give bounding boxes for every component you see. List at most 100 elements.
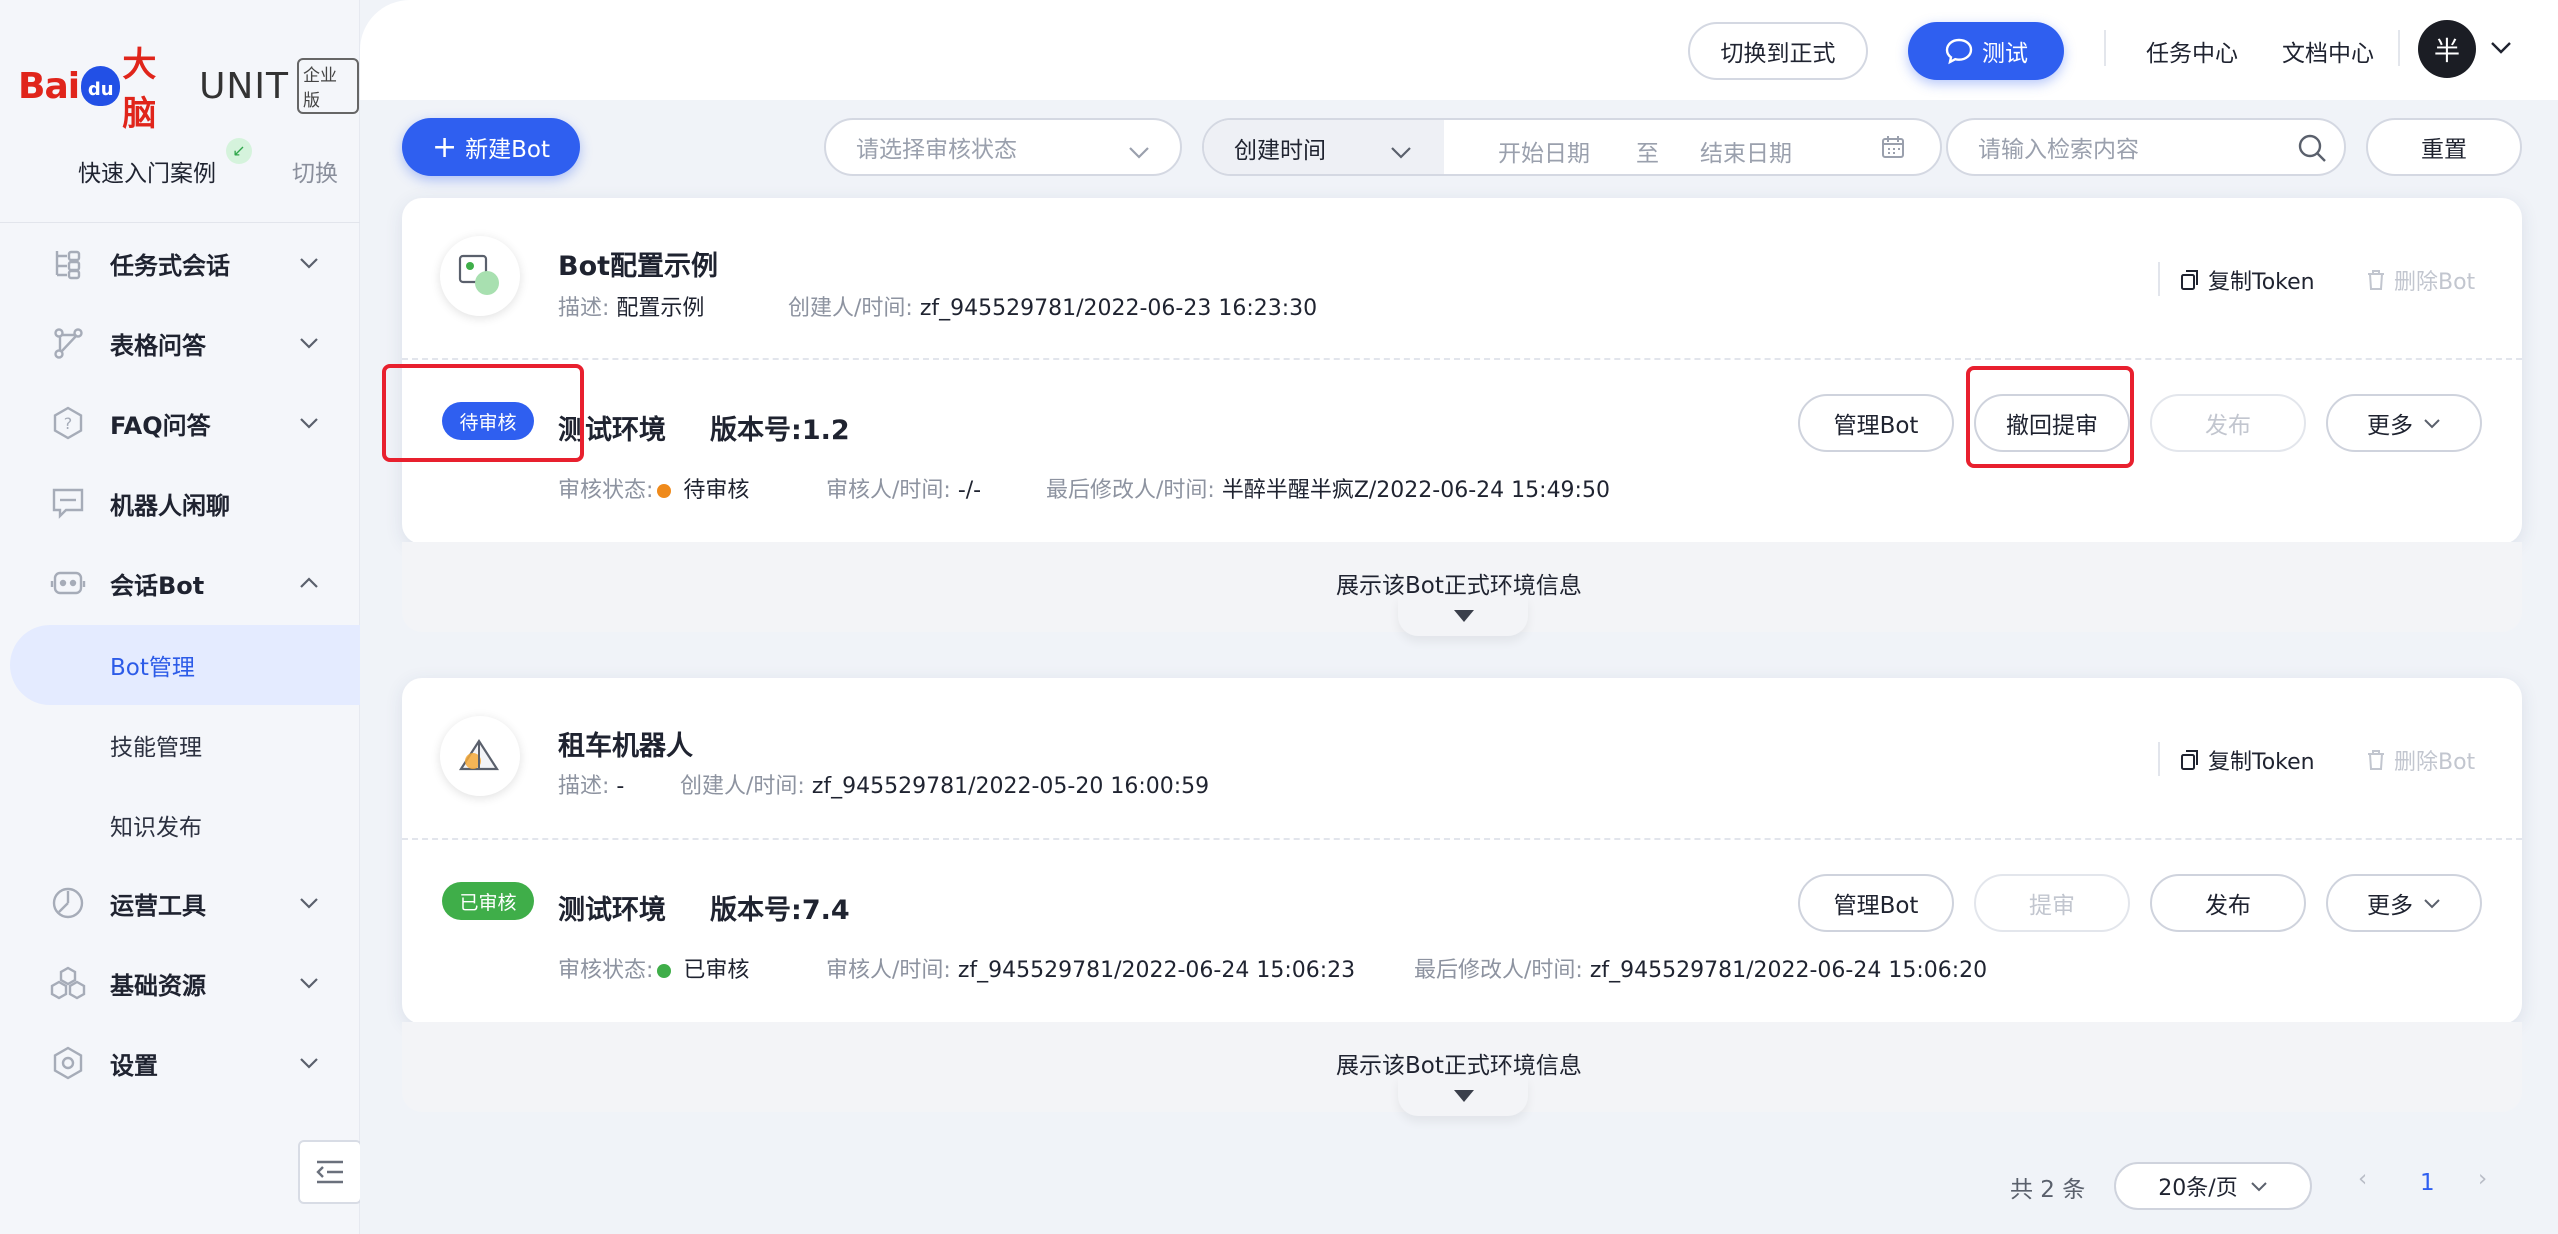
expand-triangle-icon bbox=[1454, 1090, 1474, 1102]
doc-center-link[interactable]: 文档中心 bbox=[2282, 34, 2374, 68]
calendar-icon[interactable] bbox=[1880, 134, 1906, 164]
bot-name[interactable]: Bot配置示例 bbox=[558, 244, 718, 283]
more-button[interactable]: 更多 bbox=[2326, 394, 2482, 452]
subitem-label: 知识发布 bbox=[110, 815, 202, 841]
reviewer-label: 审核人/时间: bbox=[826, 958, 951, 983]
sidebar-item-label: 基础资源 bbox=[110, 971, 206, 1000]
reset-button[interactable]: 重置 bbox=[2366, 118, 2522, 176]
sidebar-item-chitchat[interactable]: 机器人闲聊 bbox=[0, 468, 360, 538]
publish-button[interactable]: 发布 bbox=[2150, 394, 2306, 452]
reviewer-label: 审核人/时间: bbox=[826, 478, 951, 503]
sidebar-item-faq[interactable]: ? FAQ问答 bbox=[0, 388, 360, 458]
sidebar-item-conversation-bot[interactable]: 会话Bot bbox=[0, 548, 360, 618]
modifier-label: 最后修改人/时间: bbox=[1414, 958, 1583, 983]
search-input[interactable]: 请输入检索内容 bbox=[1946, 118, 2346, 176]
delete-bot-button[interactable]: 删除Bot bbox=[2366, 264, 2475, 296]
expand-triangle-icon bbox=[1454, 610, 1474, 622]
next-page-icon[interactable]: › bbox=[2478, 1166, 2487, 1192]
more-button[interactable]: 更多 bbox=[2326, 874, 2482, 932]
test-button[interactable]: 测试 bbox=[1908, 22, 2064, 80]
svg-text:?: ? bbox=[64, 414, 73, 433]
page-size-select[interactable]: 20条/页 bbox=[2114, 1162, 2312, 1210]
version-label: 版本号: bbox=[710, 415, 802, 446]
avatar[interactable]: 半 bbox=[2418, 20, 2476, 78]
card-divider bbox=[402, 838, 2522, 840]
shrink-arrow-icon: ↙ bbox=[226, 138, 252, 164]
chevron-down-icon bbox=[1390, 140, 1412, 166]
reviewer-value: zf_945529781/2022-06-24 15:06:23 bbox=[957, 958, 1356, 983]
more-label: 更多 bbox=[2367, 413, 2413, 439]
chevron-down-icon bbox=[2250, 1181, 2267, 1191]
action-divider bbox=[2158, 742, 2160, 776]
edition-badge: 企业版 bbox=[296, 58, 359, 114]
end-date-input[interactable]: 结束日期 bbox=[1700, 134, 1792, 168]
new-bot-button[interactable]: + 新建Bot bbox=[402, 118, 580, 176]
delete-bot-button[interactable]: 删除Bot bbox=[2366, 744, 2475, 776]
review-status-label: 审核状态: bbox=[558, 958, 654, 983]
chat-bubble-icon bbox=[1945, 38, 1973, 65]
card-divider bbox=[402, 358, 2522, 360]
start-date-input[interactable]: 开始日期 bbox=[1498, 134, 1590, 168]
chevron-down-icon[interactable] bbox=[2490, 40, 2512, 59]
faq-icon: ? bbox=[48, 403, 88, 443]
copy-token-button[interactable]: 复制Token bbox=[2180, 264, 2315, 296]
sidebar-item-base-resource[interactable]: 基础资源 bbox=[0, 948, 360, 1018]
search-icon[interactable] bbox=[2296, 132, 2328, 170]
test-button-label: 测试 bbox=[1982, 41, 2028, 67]
bot-config-icon bbox=[458, 254, 499, 295]
quick-start-link[interactable]: 快速入门案例 bbox=[78, 154, 216, 188]
plus-icon: + bbox=[431, 129, 458, 165]
creator-value: zf_945529781/2022-05-20 16:00:59 bbox=[811, 774, 1210, 799]
sidebar-subitem-knowledge-publish[interactable]: 知识发布 bbox=[10, 785, 360, 865]
submit-review-button[interactable]: 提审 bbox=[1974, 874, 2130, 932]
reviewer-value: -/- bbox=[957, 478, 982, 503]
env-title: 测试环境 bbox=[558, 895, 666, 926]
review-status-placeholder: 请选择审核状态 bbox=[856, 137, 1017, 163]
car-rental-icon bbox=[458, 738, 500, 771]
table-qa-icon bbox=[48, 323, 88, 363]
more-label: 更多 bbox=[2367, 893, 2413, 919]
manage-bot-button[interactable]: 管理Bot bbox=[1798, 394, 1954, 452]
task-center-link[interactable]: 任务中心 bbox=[2146, 34, 2238, 68]
copy-icon bbox=[2181, 270, 2198, 290]
last-modifier: 最后修改人/时间: zf_945529781/2022-06-24 15:06:… bbox=[1414, 952, 1987, 984]
sidebar-item-task-dialog[interactable]: 任务式会话 bbox=[0, 228, 360, 298]
bot-name[interactable]: 租车机器人 bbox=[558, 724, 693, 763]
sidebar-subitem-skill-manage[interactable]: 技能管理 bbox=[10, 705, 360, 785]
new-bot-label: 新建Bot bbox=[465, 137, 550, 163]
review-status-select[interactable]: 请选择审核状态 bbox=[824, 118, 1182, 176]
switch-to-prod-button[interactable]: 切换到正式 bbox=[1688, 22, 1868, 80]
sort-field-select[interactable]: 创建时间 bbox=[1204, 120, 1444, 174]
baidu-unit-logo[interactable]: Bai du 大脑 UNIT 企业版 bbox=[18, 45, 359, 134]
copy-token-label: 复制Token bbox=[2208, 270, 2315, 295]
date-separator: 至 bbox=[1636, 141, 1659, 167]
sidebar-item-table-qa[interactable]: 表格问答 bbox=[0, 308, 360, 378]
logo-text-unit: UNIT bbox=[199, 65, 289, 107]
trash-icon bbox=[2368, 270, 2384, 290]
prev-page-icon[interactable]: ‹ bbox=[2358, 1166, 2367, 1192]
collapse-sidebar-button[interactable] bbox=[298, 1140, 362, 1204]
task-dialog-icon bbox=[48, 243, 88, 283]
robot-icon bbox=[48, 563, 88, 603]
version: 版本号:1.2 bbox=[710, 408, 850, 447]
action-divider bbox=[2158, 262, 2160, 296]
chevron-up-icon bbox=[296, 570, 322, 596]
desc-label: 描述: bbox=[558, 296, 610, 321]
sidebar-item-settings[interactable]: 设置 bbox=[0, 1028, 360, 1098]
sidebar-item-label: 任务式会话 bbox=[110, 251, 230, 280]
sidebar-subitem-bot-manage[interactable]: Bot管理 bbox=[10, 625, 360, 705]
show-prod-info-link[interactable]: 展示该Bot正式环境信息 bbox=[1336, 566, 1582, 600]
show-prod-info-link[interactable]: 展示该Bot正式环境信息 bbox=[1336, 1046, 1582, 1080]
status-badge-approved: 已审核 bbox=[442, 882, 534, 920]
page-number[interactable]: 1 bbox=[2420, 1170, 2435, 1196]
copy-token-button[interactable]: 复制Token bbox=[2180, 744, 2315, 776]
delete-bot-label: 删除Bot bbox=[2394, 270, 2476, 295]
sidebar-item-ops-tools[interactable]: 运营工具 bbox=[0, 868, 360, 938]
review-status: 审核状态: 已审核 bbox=[558, 952, 749, 984]
manage-bot-button[interactable]: 管理Bot bbox=[1798, 874, 1954, 932]
switch-link[interactable]: 切换 bbox=[292, 154, 338, 188]
bot-avatar bbox=[440, 236, 520, 316]
publish-button[interactable]: 发布 bbox=[2150, 874, 2306, 932]
topbar-divider bbox=[2104, 30, 2106, 66]
sidebar-item-label: 机器人闲聊 bbox=[110, 491, 230, 520]
